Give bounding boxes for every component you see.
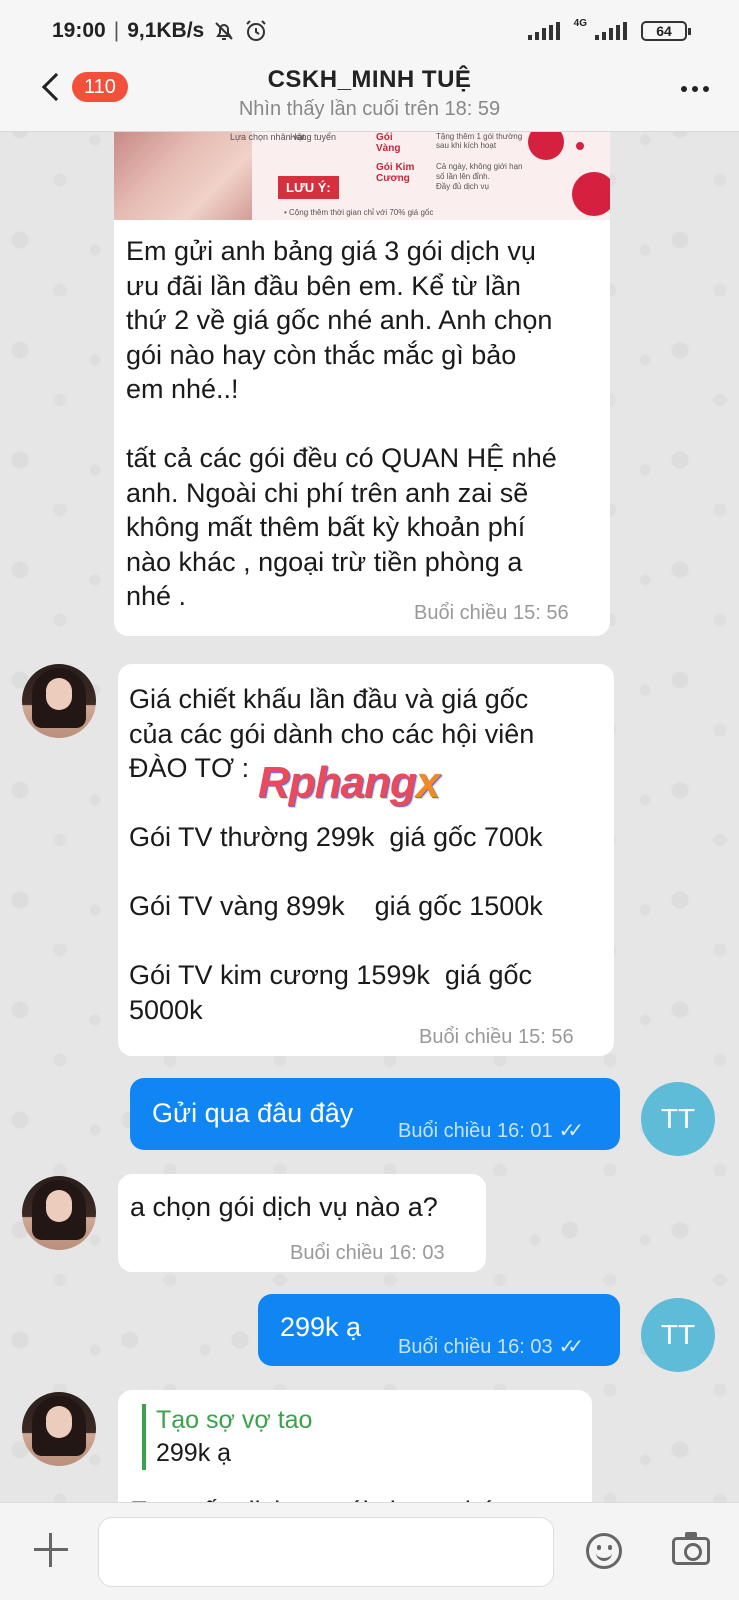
plus-icon[interactable] [34, 1533, 68, 1567]
message-bubble[interactable]: Tạo sợ vợ tao 299k ạ E tư vấn dịch vụ gó… [118, 1390, 592, 1520]
quote-text: 299k ạ [156, 1439, 232, 1467]
promo-col2: Hàng tuyển [290, 132, 337, 142]
promo-pkg-diamond: Gói Kim Cương [376, 162, 415, 184]
my-avatar[interactable]: TT [641, 1298, 715, 1372]
message-input-bar [0, 1502, 739, 1600]
promo-note-label: LƯU Ý: [278, 176, 339, 199]
message-text: 299k ạ [280, 1312, 362, 1342]
message-text: Gửi qua đâu đây [152, 1098, 354, 1128]
message-text: a chọn gói dịch vụ nào a? [130, 1192, 438, 1222]
chat-header: 110 CSKH_MINH TUỆ Nhìn thấy lần cuối trê… [0, 62, 739, 132]
alarm-icon [246, 20, 266, 41]
status-separator: | [113, 19, 120, 42]
my-message-bubble[interactable]: Gửi qua đâu đây Buổi chiều 16: 01 ✓✓ [130, 1078, 620, 1150]
message-time: Buổi chiều 16: 03 ✓✓ [398, 1336, 584, 1358]
signal-4g-icon [595, 22, 627, 40]
status-bar: 19:00 | 9,1KB/s 4G 64 [0, 0, 739, 62]
watermark-logo: Rphangx [258, 758, 440, 807]
message-input[interactable] [98, 1517, 554, 1587]
message-time: Buổi chiều 15: 56 [419, 1026, 574, 1048]
message-bubble[interactable]: Em gửi anh bảng giá 3 gói dịch vụ ưu đãi… [114, 220, 610, 636]
read-ticks-icon: ✓✓ [558, 1120, 584, 1142]
quote-author: Tạo sợ vợ tao [156, 1406, 313, 1434]
message-time: Buổi chiều 16: 01 ✓✓ [398, 1120, 584, 1142]
network-speed: 9,1KB/s [127, 19, 205, 42]
promo-dot-small [576, 142, 584, 150]
message-text: Giá chiết khấu lần đầu và giá gốc của cá… [129, 684, 543, 1025]
promo-gold-note: Tặng thêm 1 gói thường sau khi kích hoạt [436, 132, 523, 150]
camera-icon[interactable] [672, 1532, 710, 1565]
quoted-reply[interactable]: Tạo sợ vợ tao 299k ạ [142, 1404, 312, 1470]
price-table-image[interactable]: Lựa chọn nhân vật Hàng tuyển Gói Vàng Tặ… [114, 132, 610, 220]
my-avatar[interactable]: TT [641, 1082, 715, 1156]
battery-icon: 64 [641, 21, 691, 41]
chat-title: CSKH_MINH TUỆ [267, 66, 472, 93]
promo-footer: • Cộng thêm thời gian chỉ với 70% giá gố… [284, 208, 434, 217]
promo-dot-right [572, 172, 610, 216]
more-options-button[interactable] [681, 86, 709, 92]
message-bubble[interactable]: a chọn gói dịch vụ nào a? Buổi chiều 16:… [118, 1174, 486, 1272]
emoji-icon[interactable] [586, 1533, 622, 1569]
contact-avatar[interactable] [22, 664, 96, 738]
contact-avatar[interactable] [22, 1392, 96, 1466]
my-message-bubble[interactable]: 299k ạ Buổi chiều 16: 03 ✓✓ [258, 1294, 620, 1366]
message-text: Em gửi anh bảng giá 3 gói dịch vụ ưu đãi… [126, 236, 557, 611]
promo-dot-large [528, 132, 564, 160]
bell-off-icon [215, 22, 233, 40]
last-seen-status: Nhìn thấy lần cuối trên 18: 59 [238, 98, 501, 120]
read-ticks-icon: ✓✓ [558, 1336, 584, 1358]
network-type: 4G [573, 17, 587, 29]
promo-pkg-gold: Gói Vàng [376, 132, 401, 154]
promo-photo [114, 132, 252, 220]
message-time: Buổi chiều 16: 03 [290, 1242, 445, 1264]
more-dots-icon [681, 86, 687, 92]
message-bubble[interactable]: Giá chiết khấu lần đầu và giá gốc của cá… [118, 664, 614, 1056]
signal-icon [527, 22, 560, 40]
status-time: 19:00 [52, 19, 106, 42]
promo-diamond-note: Cả ngày, không giới hạn số lần lên đỉnh.… [436, 162, 523, 191]
contact-avatar[interactable] [22, 1176, 96, 1250]
message-time: Buổi chiều 15: 56 [414, 602, 569, 624]
